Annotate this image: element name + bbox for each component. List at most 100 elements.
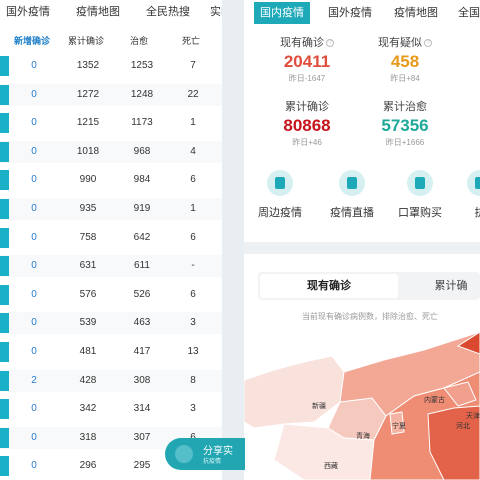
table-row[interactable]: 0 990 984 6 — [0, 169, 222, 191]
row-indicator — [0, 141, 9, 162]
table-row[interactable]: 0 1215 1173 1 — [0, 112, 222, 134]
table-row[interactable]: 0 1272 1248 22 — [0, 83, 222, 106]
stat-value: 57356 — [381, 116, 429, 135]
stat-total-confirmed[interactable]: 累计确诊 80868 昨日+46 — [262, 98, 352, 148]
stat-current-confirmed[interactable]: 现有确诊? 20411 昨日-1647 — [262, 34, 352, 84]
switch-current-confirmed[interactable]: 现有确诊 — [260, 274, 398, 298]
live-stream-button[interactable]: 疫情直播 — [322, 170, 382, 220]
row-indicator — [0, 199, 9, 219]
help-icon[interactable]: ? — [326, 39, 334, 48]
right-tab-bar: 国内疫情 国外疫情 疫情地图 全国 — [244, 0, 480, 26]
row-indicator — [0, 456, 9, 477]
table-row[interactable]: 0 631 611 - — [0, 255, 222, 278]
tab-epidemic-map[interactable]: 疫情地图 — [388, 2, 444, 24]
table-row[interactable]: 0 576 526 6 — [0, 284, 222, 306]
new-confirmed-cell: 0 — [31, 260, 37, 272]
tab-realtime[interactable]: 实时 — [210, 3, 222, 19]
switch-total-confirmed[interactable]: 累计确 — [406, 272, 480, 300]
col-new-confirmed[interactable]: 新增确诊 — [14, 34, 50, 47]
total-confirmed-cell: 1215 — [76, 117, 100, 129]
province-table-panel: 国外疫情 疫情地图 全民热搜 实时 新增确诊 累计确诊 治愈 死亡 0 1352 1… — [0, 0, 222, 480]
col-total-confirmed[interactable]: 累计确诊 — [68, 34, 104, 47]
map-label-ningxia: 宁夏 — [392, 421, 406, 430]
tab-foreign-epidemic[interactable]: 国外疫情 — [6, 3, 50, 19]
row-indicator — [0, 227, 9, 248]
total-confirmed-cell: 935 — [79, 203, 97, 214]
cured-cell: 968 — [133, 145, 151, 157]
total-confirmed-cell: 631 — [79, 260, 97, 272]
row-indicator — [0, 84, 9, 105]
stat-label: 累计确诊 — [285, 101, 329, 113]
new-confirmed-cell: 0 — [31, 174, 37, 186]
table-row[interactable]: 0 758 642 6 — [0, 227, 222, 249]
tab-trending-search[interactable]: 全民热搜 — [146, 3, 190, 19]
total-confirmed-cell: 1272 — [76, 88, 100, 100]
mask-purchase-button[interactable]: 口罩购买 — [390, 170, 450, 220]
left-tab-bar: 国外疫情 疫情地图 全民热搜 实时 — [0, 0, 222, 26]
tab-epidemic-map[interactable]: 疫情地图 — [76, 3, 120, 19]
china-epidemic-map[interactable]: 新疆 青海 西藏 内蒙古 河北 天津 宁夏 — [244, 332, 480, 480]
map-note: 当前现有确诊病例数，排除治愈、死亡 — [302, 312, 438, 321]
col-deaths[interactable]: 死亡 — [182, 34, 200, 47]
deaths-cell: 8 — [190, 374, 196, 386]
new-confirmed-cell: 0 — [31, 403, 37, 415]
table-row[interactable]: 0 1018 968 4 — [0, 140, 222, 163]
map-label-neimenggu: 内蒙古 — [424, 395, 445, 404]
domestic-overview-panel: 国内疫情 国外疫情 疫情地图 全国 现有确诊? 20411 昨日-1647 现有… — [244, 0, 480, 480]
stat-label: 现有确诊 — [280, 37, 324, 49]
cured-cell: 1173 — [131, 117, 153, 129]
map-region-xinjiang[interactable] — [244, 355, 345, 429]
service-label: 周边疫情 — [258, 207, 302, 219]
stat-value: 458 — [390, 52, 420, 71]
new-confirmed-cell: 0 — [31, 60, 37, 71]
map-mode-switch: 现有确诊 累计确 — [258, 272, 480, 300]
service-label: 疫情直播 — [330, 207, 374, 219]
cured-cell: 642 — [133, 231, 151, 243]
table-row[interactable]: 0 935 919 1 — [0, 198, 222, 220]
col-cured[interactable]: 治愈 — [130, 34, 148, 47]
cured-cell: 611 — [134, 260, 150, 272]
stat-label: 累计治愈 — [383, 101, 427, 113]
anti-epidemic-button[interactable]: 抗 — [450, 170, 480, 220]
cured-cell: 984 — [133, 174, 151, 186]
cured-cell: 314 — [133, 403, 151, 415]
table-header: 新增确诊 累计确诊 治愈 死亡 — [0, 30, 222, 50]
total-confirmed-cell: 318 — [79, 431, 97, 443]
deaths-cell: 6 — [190, 174, 196, 186]
total-confirmed-cell: 990 — [79, 174, 97, 186]
deaths-cell: 6 — [190, 231, 196, 243]
table-row[interactable]: 0 481 417 13 — [0, 341, 222, 363]
mask-icon — [407, 170, 433, 196]
table-row[interactable]: 0 1352 1253 7 — [0, 55, 222, 77]
new-confirmed-cell: 0 — [31, 231, 37, 243]
stat-value: 20411 — [283, 52, 331, 71]
new-confirmed-cell: 0 — [31, 203, 37, 214]
row-indicator — [0, 427, 9, 448]
deaths-cell: 1 — [190, 117, 196, 129]
stat-total-cured[interactable]: 累计治愈 57356 昨日+1666 — [360, 98, 450, 148]
map-label-xizang: 西藏 — [324, 461, 338, 470]
nearby-epidemic-button[interactable]: 周边疫情 — [250, 170, 310, 220]
stat-delta: 昨日-1647 — [288, 74, 326, 83]
total-confirmed-cell: 296 — [79, 460, 97, 472]
stat-current-suspected[interactable]: 现有疑似? 458 昨日+84 — [360, 34, 450, 84]
share-icon — [175, 445, 193, 463]
deaths-cell: 7 — [190, 60, 196, 71]
cured-cell: 295 — [133, 460, 151, 472]
new-confirmed-cell: 2 — [31, 374, 37, 386]
tab-national[interactable]: 全国 — [452, 2, 480, 24]
help-icon[interactable]: ? — [424, 39, 432, 48]
table-row[interactable]: 0 539 463 3 — [0, 312, 222, 335]
tab-foreign-epidemic[interactable]: 国外疫情 — [322, 2, 378, 24]
service-shortcuts: 周边疫情 疫情直播 口罩购买 抗 — [244, 162, 480, 242]
table-row[interactable]: 0 342 314 3 — [0, 398, 222, 420]
row-indicator — [0, 342, 9, 362]
stat-label: 现有疑似 — [378, 37, 422, 49]
table-row[interactable]: 2 428 308 8 — [0, 369, 222, 392]
row-indicator — [0, 284, 9, 305]
share-button[interactable]: 分享实 抗疫情 — [165, 438, 245, 470]
row-indicator — [0, 313, 9, 334]
row-indicator — [0, 56, 9, 76]
tab-domestic-epidemic[interactable]: 国内疫情 — [254, 2, 310, 24]
stat-value: 80868 — [283, 116, 331, 135]
